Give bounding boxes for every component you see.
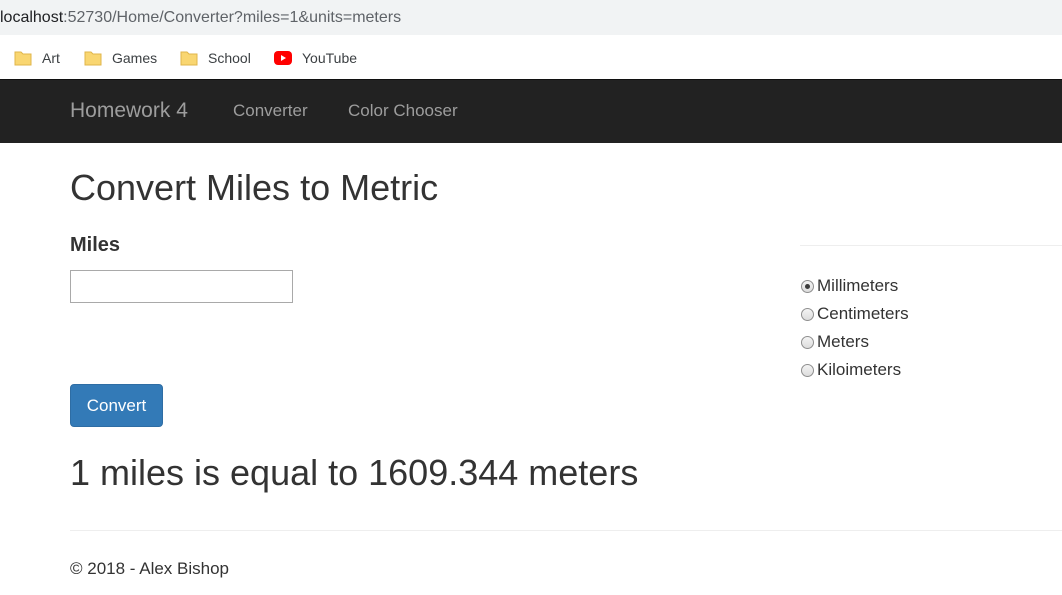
radio-button[interactable] xyxy=(801,335,814,349)
radio-button-checked[interactable] xyxy=(801,279,814,293)
nav-link-color-chooser[interactable]: Color Chooser xyxy=(348,101,458,121)
bookmark-youtube[interactable]: YouTube xyxy=(274,48,357,68)
miles-input[interactable] xyxy=(70,270,293,303)
radio-label: Centimeters xyxy=(817,304,909,323)
footer-divider xyxy=(70,530,1062,531)
url-text[interactable]: localhost:52730/Home/Converter?miles=1&u… xyxy=(0,8,401,28)
radio-label: Kiloimeters xyxy=(817,360,902,379)
radio-label: Meters xyxy=(817,332,869,351)
navbar-brand[interactable]: Homework 4 xyxy=(70,98,188,124)
footer-text: © 2018 - Alex Bishop xyxy=(70,559,230,578)
radio-button[interactable] xyxy=(801,307,814,321)
folder-icon xyxy=(180,51,198,66)
address-bar[interactable]: localhost:52730/Home/Converter?miles=1&u… xyxy=(0,0,1062,35)
radio-kilometers[interactable]: Kiloimeters xyxy=(801,360,901,380)
radio-millimeters[interactable]: Millimeters xyxy=(801,276,898,296)
bookmarks-bar: Art Games School YouTube xyxy=(0,35,1062,79)
bookmark-label: Games xyxy=(112,50,158,66)
radio-button[interactable] xyxy=(801,363,814,377)
bookmark-games[interactable]: Games xyxy=(84,48,157,68)
convert-button[interactable]: Convert xyxy=(70,384,163,427)
bookmark-label: Art xyxy=(42,50,60,66)
miles-label: Miles xyxy=(70,234,121,256)
radio-centimeters[interactable]: Centimeters xyxy=(801,304,909,324)
divider xyxy=(800,245,1062,246)
folder-icon xyxy=(84,51,102,66)
url-host: localhost xyxy=(0,9,64,26)
radio-meters[interactable]: Meters xyxy=(801,332,869,352)
bookmark-school[interactable]: School xyxy=(180,48,251,68)
youtube-icon xyxy=(274,51,292,65)
nav-link-converter[interactable]: Converter xyxy=(233,101,308,121)
radio-label: Millimeters xyxy=(817,276,899,295)
bookmark-label: School xyxy=(208,50,251,66)
folder-icon xyxy=(14,51,32,66)
bookmark-art[interactable]: Art xyxy=(14,48,60,68)
url-path: :52730/Home/Converter?miles=1&units=mete… xyxy=(63,9,402,26)
top-navbar: Homework 4 Converter Color Chooser xyxy=(0,79,1062,143)
page-title: Convert Miles to Metric xyxy=(70,167,439,208)
conversion-result: 1 miles is equal to 1609.344 meters xyxy=(70,452,639,493)
bookmark-label: YouTube xyxy=(302,50,358,66)
